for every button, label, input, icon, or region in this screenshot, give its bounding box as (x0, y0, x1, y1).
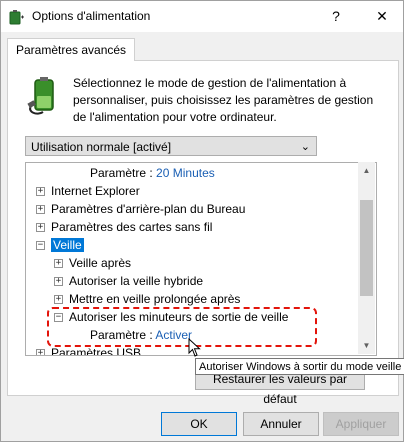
tree-item-label: Paramètres des cartes sans fil (51, 220, 213, 234)
tree-item-sleep-after[interactable]: + Veille après (54, 255, 131, 272)
apply-button[interactable]: Appliquer (323, 412, 399, 436)
tree-item-label: Mettre en veille prolongée après (69, 292, 241, 306)
tree-item-hybrid-sleep[interactable]: + Autoriser la veille hybride (54, 273, 203, 290)
expand-icon[interactable]: + (36, 187, 45, 197)
power-options-icon (9, 10, 24, 25)
expand-icon[interactable]: + (54, 259, 63, 269)
setting-label: Paramètre : (90, 166, 153, 180)
tree-item-label: Veille (51, 238, 84, 252)
tree-item-label: Autoriser la veille hybride (69, 274, 204, 288)
setting-value-link[interactable]: 20 Minutes (156, 166, 215, 180)
window-title: Options d'alimentation (32, 9, 151, 23)
tree-item-desktop-background[interactable]: + Paramètres d'arrière-plan du Bureau (36, 201, 245, 218)
collapse-icon[interactable]: − (36, 241, 45, 251)
close-button[interactable]: ✕ (367, 2, 397, 31)
tree-item-label: Veille après (69, 256, 132, 270)
help-button[interactable]: ? (321, 2, 351, 31)
settings-tree[interactable]: Paramètre : 20 Minutes + Internet Explore… (25, 162, 377, 356)
expand-icon[interactable]: + (36, 349, 45, 355)
setting-label: Paramètre : (90, 328, 153, 342)
tree-item-wake-timers[interactable]: − Autoriser les minuteurs de sortie de ve… (54, 309, 288, 326)
tree-item-label: Paramètres USB (51, 346, 142, 356)
expand-icon[interactable]: + (54, 295, 63, 305)
tree-item-label: Autoriser les minuteurs de sortie de vei… (69, 310, 289, 324)
setting-value-link[interactable]: Activer (155, 328, 192, 342)
tree-item-hibernate-after[interactable]: + Mettre en veille prolongée après (54, 291, 240, 308)
battery-power-icon (27, 77, 54, 115)
tree-item-usb[interactable]: + Paramètres USB (36, 345, 142, 356)
scroll-thumb[interactable] (360, 200, 373, 296)
tree-item-sleep[interactable]: − Veille (36, 237, 84, 254)
expand-icon[interactable]: + (54, 277, 63, 287)
tree-setting-row: Paramètre : Activer (90, 327, 192, 344)
tree-item-internet-explorer[interactable]: + Internet Explorer (36, 183, 140, 200)
tree-item-label: Internet Explorer (51, 184, 140, 198)
power-plan-value: Utilisation normale [activé] (31, 140, 172, 154)
expand-icon[interactable]: + (36, 223, 45, 233)
tab-advanced-settings[interactable]: Paramètres avancés (7, 38, 136, 61)
scroll-down-arrow-icon[interactable]: ▼ (358, 337, 375, 354)
scroll-up-arrow-icon[interactable]: ▲ (358, 162, 375, 179)
chevron-down-icon: ⌄ (300, 141, 310, 153)
expand-icon[interactable]: + (36, 205, 45, 215)
collapse-icon[interactable]: − (54, 313, 63, 323)
title-bar: Options d'alimentation ? ✕ (1, 1, 403, 32)
description-text: Sélectionnez le mode de gestion de l'ali… (73, 76, 374, 124)
ok-button[interactable]: OK (161, 412, 237, 436)
power-options-dialog: Options d'alimentation ? ✕ Paramètres av… (0, 0, 404, 442)
tree-item-label: Paramètres d'arrière-plan du Bureau (51, 202, 246, 216)
mouse-cursor-icon (188, 338, 201, 357)
cancel-button[interactable]: Annuler (243, 412, 319, 436)
power-plan-select[interactable]: Utilisation normale [activé] ⌄ (25, 136, 317, 156)
tree-item-wireless-adapter[interactable]: + Paramètres des cartes sans fil (36, 219, 212, 236)
tree-setting-row: Paramètre : 20 Minutes (90, 165, 215, 182)
tooltip: Autoriser Windows à sortir du mode veill… (195, 358, 404, 375)
tree-scrollbar[interactable]: ▲ ▼ (358, 162, 375, 354)
